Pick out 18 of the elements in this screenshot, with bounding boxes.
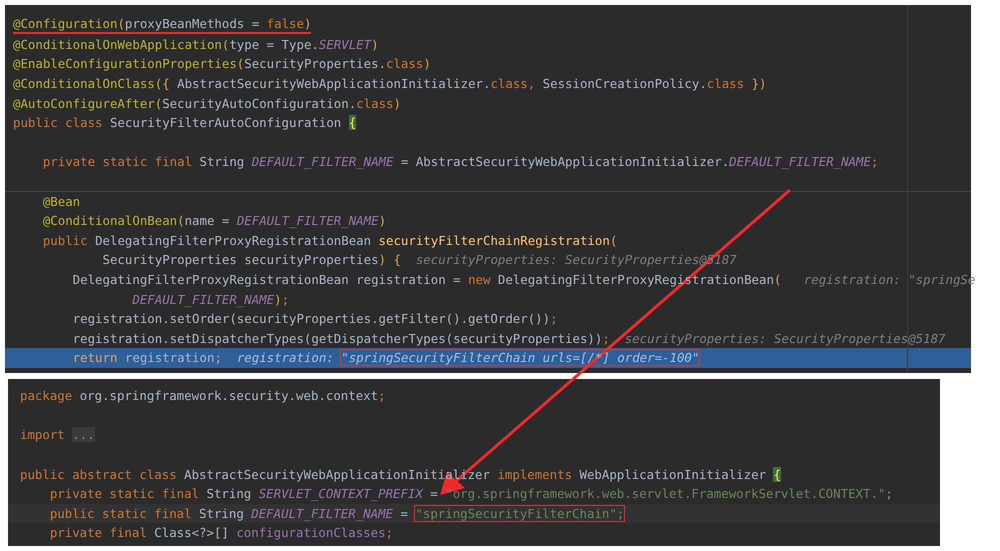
code-line: private static final String DEFAULT_FILTER_NAME = AbstractSecurityWebApplicationInitializer.DEFAULT_FILTER_NAME; [42, 153, 878, 170]
code-line: @EnableConfigurationProperties(SecurityProperties.class) [13, 55, 431, 72]
code-line: package org.springframework.security.web.context; [20, 387, 386, 404]
code-line: @ConditionalOnClass({ AbstractSecurityWebApplicationInitializer.class, SessionCreationPolicy.class }) [13, 75, 766, 92]
code-line: public DelegatingFilterProxyRegistrationBean securityFilterChainRegistration( [42, 232, 618, 249]
code-line: registration.setOrder(securityProperties.getFilter().getOrder()); [72, 310, 558, 328]
code-line: @AutoConfigureAfter(SecurityAutoConfiguration.class) [13, 94, 401, 112]
code-line: import ... [20, 426, 95, 444]
code-line: @Bean [42, 193, 80, 210]
code-line: registration.setDispatcherTypes(getDispatcherTypes(securityProperties)); securityProperties: SecurityProperties@5187 [72, 330, 946, 347]
code-line: @ConditionalOnBean(name = DEFAULT_FILTER_NAME) [42, 212, 386, 230]
code-line: public static final String DEFAULT_FILTER_NAME = "springSecurityFilterChain"; [48, 504, 624, 522]
code-line: @Configuration(proxyBeanMethods = false) [13, 15, 312, 34]
code-line: private static final String SERVLET_CONTEXT_PREFIX = "org.springframework.web.servlet.FrameworkServlet.CONTEXT."; [48, 485, 893, 502]
code-line: @ConditionalOnWebApplication(type = Type.SERVLET) [13, 36, 379, 53]
code-line: public class SecurityFilterAutoConfiguration { [13, 114, 356, 132]
code-line: private final Class<?>[] configurationClasses; [48, 524, 394, 542]
code-line: DEFAULT_FILTER_NAME); [131, 290, 290, 308]
